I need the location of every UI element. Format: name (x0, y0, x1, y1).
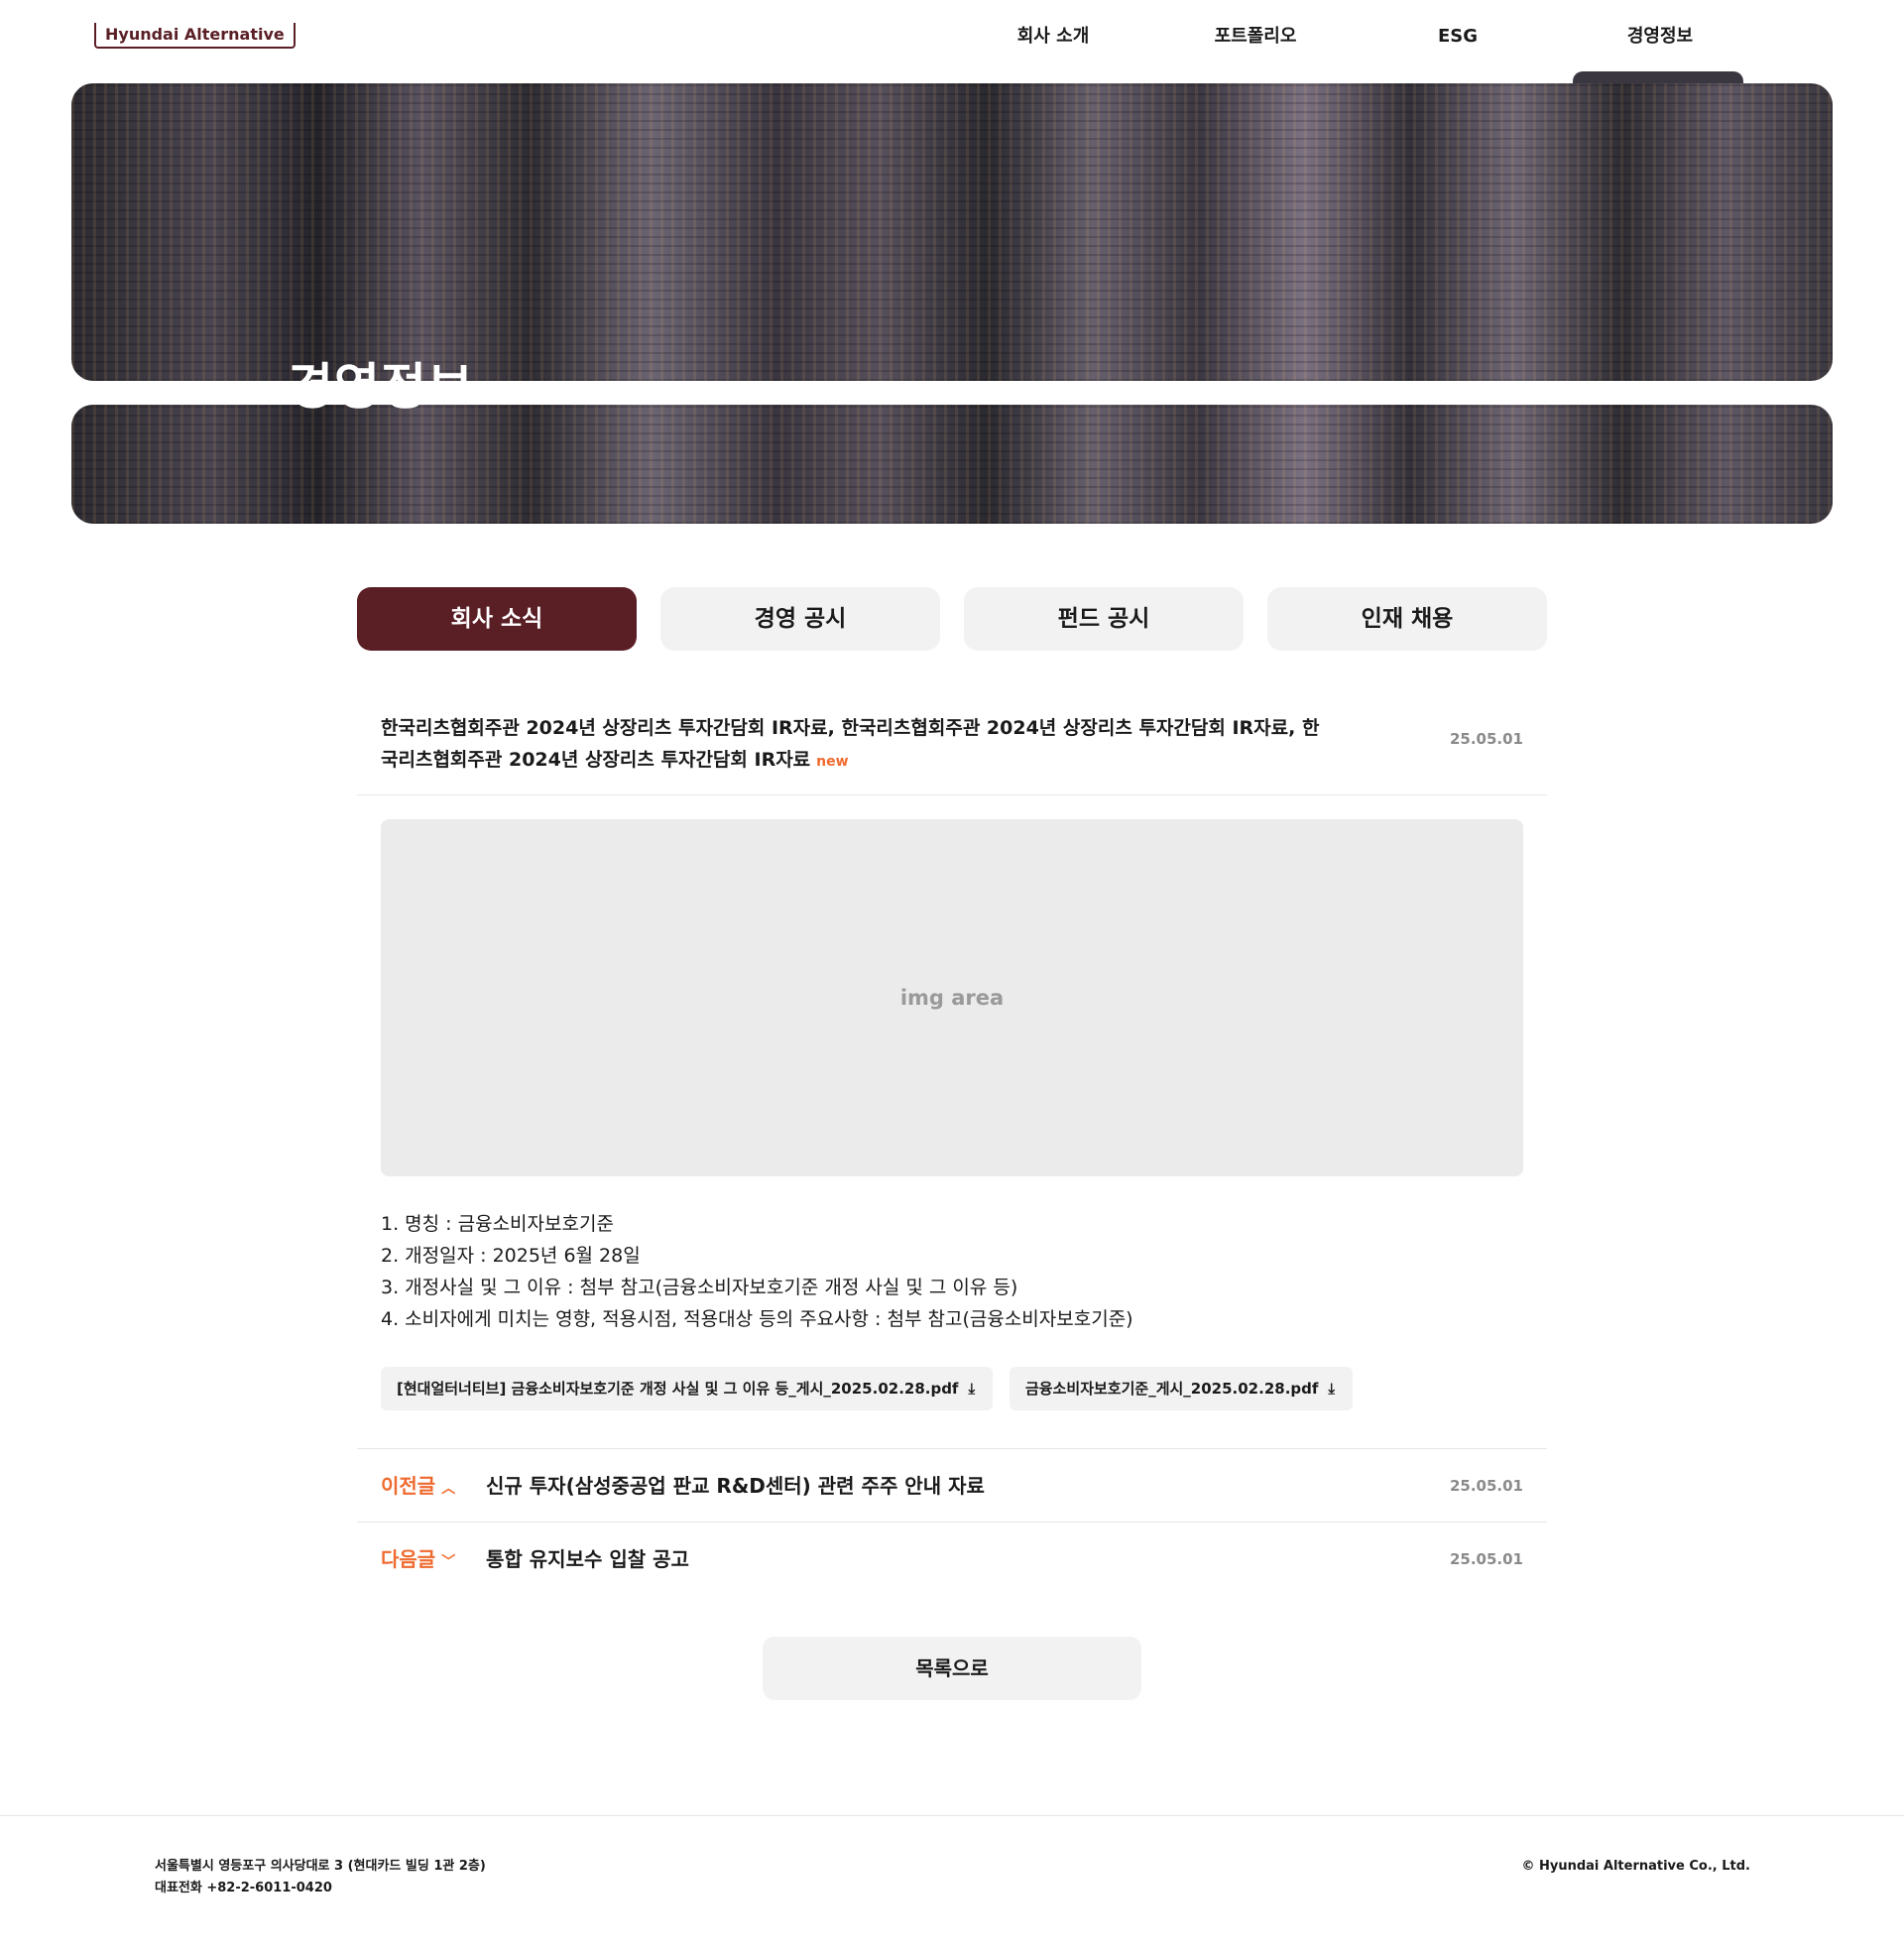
article-title-text: 한국리츠협회주관 2024년 상장리츠 투자간담회 IR자료, 한국리츠협회주관… (381, 717, 1320, 771)
next-post-label: 다음글 ﹀ (381, 1547, 456, 1571)
page-title: 경영정보 (288, 358, 474, 416)
footer-phone: 대표전화 +82-2-6011-0420 (155, 1881, 332, 1895)
category-tabs: 회사 소식 경영 공시 펀드 공시 인재 채용 (357, 587, 1547, 651)
chevron-down-icon: ﹀ (441, 1554, 456, 1570)
article-body: 1. 명칭 : 금융소비자보호기준 2. 개정일자 : 2025년 6월 28일… (381, 1208, 1523, 1335)
image-placeholder-label: img area (899, 986, 1005, 1010)
tab-fund-disclosure[interactable]: 펀드 공시 (964, 587, 1244, 651)
prev-post-title[interactable]: 신규 투자(삼성중공업 판교 R&D센터) 관련 주주 안내 자료 (486, 1449, 985, 1523)
next-post-date: 25.05.01 (1449, 1550, 1523, 1568)
download-icon: ⤓ (968, 1380, 976, 1398)
body-line: 4. 소비자에게 미치는 영향, 적용시점, 적용대상 등의 주요사항 : 첨부… (381, 1308, 1133, 1330)
nav-item-management-info[interactable]: 경영정보 (1627, 22, 1693, 52)
article-date: 25.05.01 (1449, 730, 1523, 748)
attachment-button[interactable]: 금융소비자보호기준_게시_2025.02.28.pdf ⤓ (1010, 1367, 1354, 1410)
hero-banner (71, 71, 1833, 524)
prev-post-date: 25.05.01 (1449, 1477, 1523, 1495)
back-to-list-button[interactable]: 목록으로 (763, 1637, 1141, 1700)
prev-post-label: 이전글 ︿ (381, 1474, 456, 1498)
nav-item-company[interactable]: 회사 소개 (1017, 22, 1090, 52)
footer-copyright: © Hyundai Alternative Co., Ltd. (1521, 1859, 1750, 1874)
hero-image-bottom (71, 405, 1833, 524)
attachment-filename: 금융소비자보호기준_게시_2025.02.28.pdf (1025, 1380, 1319, 1398)
new-badge: new (816, 754, 849, 770)
chevron-up-icon: ︿ (441, 1481, 456, 1497)
prev-post-row[interactable]: 이전글 ︿ 신규 투자(삼성중공업 판교 R&D센터) 관련 주주 안내 자료 2… (357, 1448, 1547, 1522)
download-icon: ⤓ (1328, 1380, 1336, 1398)
site-footer: 서울특별시 영등포구 의사당대로 3 (현대카드 빌딩 1관 2층) 대표전화 … (0, 1815, 1904, 1953)
article-title: 한국리츠협회주관 2024년 상장리츠 투자간담회 IR자료, 한국리츠협회주관… (381, 712, 1323, 778)
tab-company-news[interactable]: 회사 소식 (357, 587, 637, 651)
tab-recruitment[interactable]: 인재 채용 (1267, 587, 1547, 651)
main-nav: 회사 소개 포트폴리오 ESG 경영정보 (0, 22, 1904, 52)
nav-item-esg[interactable]: ESG (1438, 22, 1478, 52)
next-post-row[interactable]: 다음글 ﹀ 통합 유지보수 입찰 공고 25.05.01 (357, 1522, 1547, 1595)
next-post-title[interactable]: 통합 유지보수 입찰 공고 (486, 1523, 689, 1596)
footer-contact: 서울특별시 영등포구 의사당대로 3 (현대카드 빌딩 1관 2층) 대표전화 … (155, 1856, 486, 1899)
body-line: 1. 명칭 : 금융소비자보호기준 (381, 1213, 614, 1235)
body-line: 3. 개정사실 및 그 이유 : 첨부 참고(금융소비자보호기준 개정 사실 및… (381, 1277, 1018, 1298)
nav-item-portfolio[interactable]: 포트폴리오 (1215, 22, 1297, 52)
attachment-button[interactable]: [현대얼터너티브] 금융소비자보호기준 개정 사실 및 그 이유 등_게시_20… (381, 1367, 994, 1410)
article-image-placeholder: img area (381, 819, 1523, 1176)
tab-management-disclosure[interactable]: 경영 공시 (660, 587, 940, 651)
hero-image-top (71, 83, 1833, 381)
body-line: 2. 개정일자 : 2025년 6월 28일 (381, 1245, 641, 1267)
attachment-filename: [현대얼터너티브] 금융소비자보호기준 개정 사실 및 그 이유 등_게시_20… (397, 1380, 959, 1398)
article-header: 한국리츠협회주관 2024년 상장리츠 투자간담회 IR자료, 한국리츠협회주관… (357, 706, 1547, 795)
footer-address: 서울특별시 영등포구 의사당대로 3 (현대카드 빌딩 1관 2층) (155, 1859, 486, 1874)
